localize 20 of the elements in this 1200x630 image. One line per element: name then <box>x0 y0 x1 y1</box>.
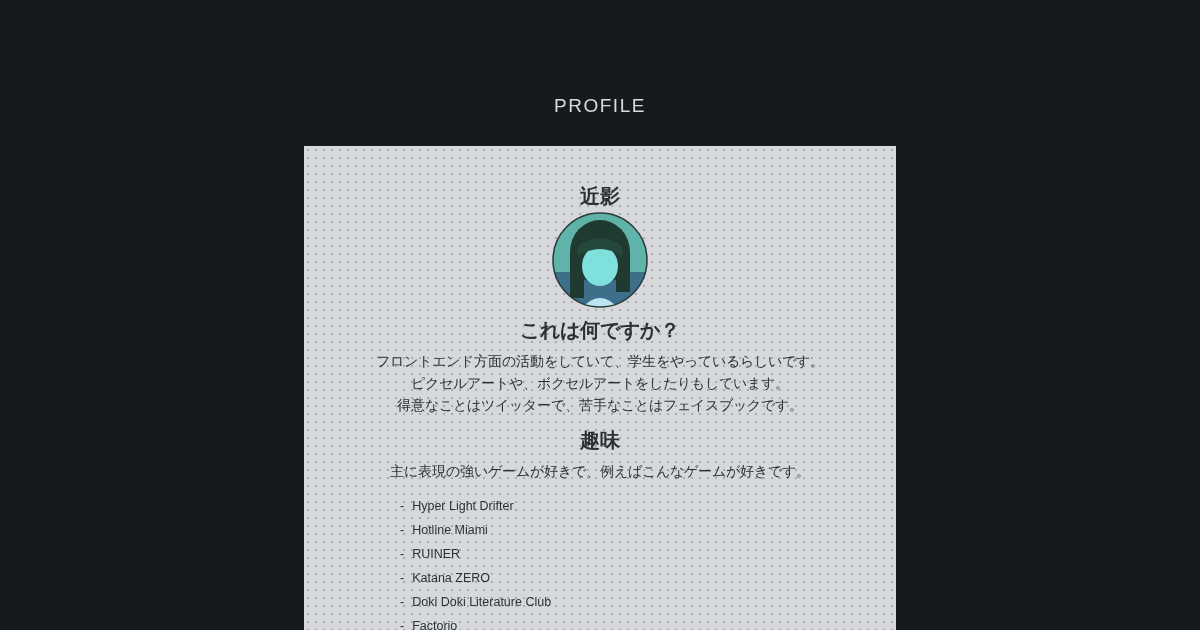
body-text: 得意なことはツイッターで、苦手なことはフェイスブックです。 <box>397 396 803 415</box>
page-title: PROFILE <box>554 94 646 118</box>
body-text: 主に表現の強いゲームが好きで、例えばこんなゲームが好きです。 <box>390 462 810 481</box>
list-dash: - <box>400 547 405 561</box>
list-dash: - <box>400 523 405 537</box>
game-title: Katana ZERO <box>412 571 490 585</box>
game-title: Doki Doki Literature Club <box>412 595 552 609</box>
list-dash: - <box>400 571 405 585</box>
game-title: RUINER <box>412 547 461 561</box>
list-dash: - <box>400 619 405 630</box>
section-heading: 趣味 <box>580 427 620 454</box>
list-dash: - <box>400 499 405 513</box>
body-text: フロントエンド方面の活動をしていて、学生をやっているらしいです。 <box>376 352 824 371</box>
game-title: Factorio <box>412 619 458 630</box>
game-title: Hotline Miami <box>412 523 488 537</box>
game-title: Hyper Light Drifter <box>412 499 514 513</box>
section-heading: これは何ですか？ <box>520 317 680 344</box>
list-dash: - <box>400 595 405 609</box>
section-heading: 近影 <box>580 183 620 210</box>
body-text: ピクセルアートや、ボクセルアートをしたりもしています。 <box>411 374 789 393</box>
